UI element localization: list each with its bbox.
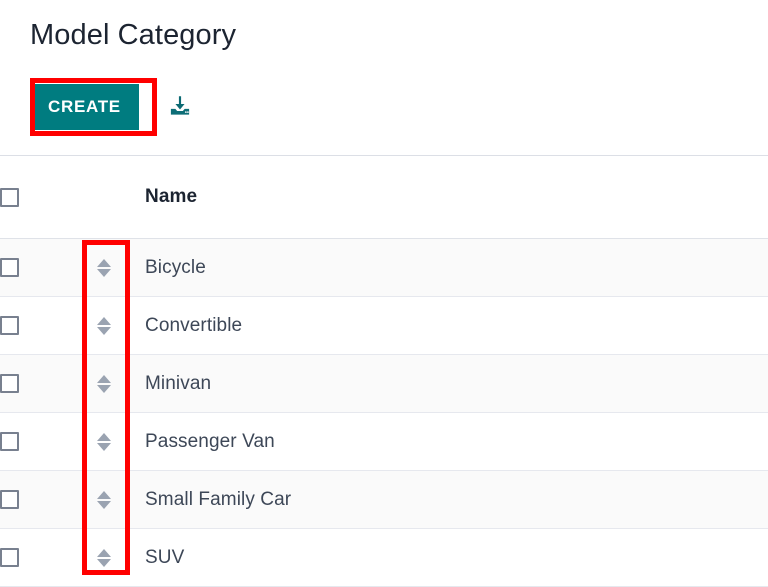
row-checkbox[interactable] — [0, 258, 19, 277]
row-name-cell[interactable]: SUV — [145, 528, 768, 587]
chevron-up-icon — [97, 490, 111, 499]
chevron-down-icon — [97, 558, 111, 567]
row-name-cell[interactable]: Bicycle — [145, 238, 768, 297]
row-select-cell — [0, 354, 82, 413]
table-row[interactable]: Bicycle — [0, 238, 768, 297]
chevron-down-icon — [97, 268, 111, 277]
row-sort-cell — [82, 354, 145, 413]
row-checkbox[interactable] — [0, 432, 19, 451]
row-select-cell — [0, 296, 82, 355]
table-row[interactable]: Passenger Van — [0, 412, 768, 471]
row-sort-cell — [82, 296, 145, 355]
chevron-down-icon — [97, 500, 111, 509]
chevron-down-icon — [97, 442, 111, 451]
table-row[interactable]: SUV — [0, 528, 768, 587]
table: Name Bicycle Convertible Minivan Passenger … — [0, 156, 768, 587]
select-all-cell — [0, 156, 82, 239]
page-title: Model Category — [30, 19, 237, 51]
chevron-up-icon — [97, 432, 111, 441]
row-name-cell[interactable]: Small Family Car — [145, 470, 768, 529]
download-button[interactable] — [163, 90, 197, 124]
sort-header-cell — [82, 156, 145, 239]
chevron-up-icon — [97, 548, 111, 557]
row-checkbox[interactable] — [0, 374, 19, 393]
toolbar: CREATE — [30, 78, 197, 136]
row-select-cell — [0, 238, 82, 297]
download-tray-icon — [167, 93, 193, 122]
chevron-down-icon — [97, 326, 111, 335]
row-sort-cell — [82, 528, 145, 587]
column-header-name[interactable]: Name — [145, 156, 768, 239]
sort-updown-icon[interactable] — [91, 371, 117, 397]
sort-updown-icon[interactable] — [91, 255, 117, 281]
row-sort-cell — [82, 412, 145, 471]
row-name-cell[interactable]: Convertible — [145, 296, 768, 355]
row-sort-cell — [82, 238, 145, 297]
chevron-up-icon — [97, 374, 111, 383]
row-select-cell — [0, 412, 82, 471]
row-select-cell — [0, 528, 82, 587]
chevron-up-icon — [97, 258, 111, 267]
sort-updown-icon[interactable] — [91, 429, 117, 455]
table-row[interactable]: Convertible — [0, 296, 768, 355]
row-select-cell — [0, 470, 82, 529]
row-checkbox[interactable] — [0, 548, 19, 567]
table-header-row: Name — [0, 156, 768, 239]
sort-updown-icon[interactable] — [91, 545, 117, 571]
table-row[interactable]: Minivan — [0, 354, 768, 413]
table-row[interactable]: Small Family Car — [0, 470, 768, 529]
create-button[interactable]: CREATE — [30, 84, 139, 130]
sort-updown-icon[interactable] — [91, 487, 117, 513]
sort-updown-icon[interactable] — [91, 313, 117, 339]
row-name-cell[interactable]: Minivan — [145, 354, 768, 413]
chevron-up-icon — [97, 316, 111, 325]
table-body: Bicycle Convertible Minivan Passenger Van Sm… — [0, 238, 768, 587]
row-checkbox[interactable] — [0, 490, 19, 509]
select-all-checkbox[interactable] — [0, 187, 19, 207]
model-category-table: Name Bicycle Convertible Minivan Passenger … — [0, 155, 768, 587]
row-checkbox[interactable] — [0, 316, 19, 335]
row-name-cell[interactable]: Passenger Van — [145, 412, 768, 471]
row-sort-cell — [82, 470, 145, 529]
table-header: Name — [0, 156, 768, 239]
chevron-down-icon — [97, 384, 111, 393]
